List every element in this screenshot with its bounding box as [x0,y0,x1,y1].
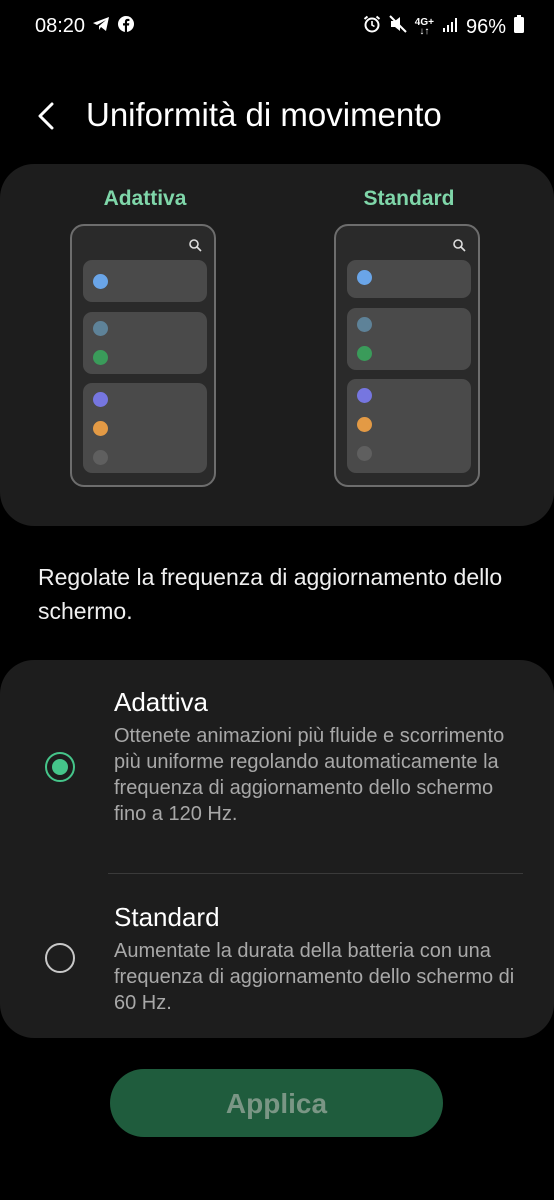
mock-dot [93,421,108,436]
preview-label-adaptive: Adattiva [103,187,187,210]
page-title: Uniformità di movimento [86,96,442,133]
mock-dot [357,346,372,361]
battery-percentage: 96% [465,15,506,38]
chevron-left-icon [38,102,54,130]
radio-standard[interactable] [45,943,75,973]
option-description: Ottenete animazioni più fluide e scorrim… [114,725,505,825]
preview-panel: Adattiva Standard [0,164,554,526]
preview-label-standard: Standard [363,187,455,210]
mock-card [347,379,471,473]
signal-icon [442,16,458,39]
telegram-icon [92,16,110,37]
network-type-label: 4G+ [414,17,434,28]
option-adaptive[interactable]: Adattiva Ottenete animazioni più fluide … [0,660,554,872]
mock-card [83,312,207,374]
status-time: 08:20 [35,15,86,37]
alarm-icon [363,15,381,39]
apply-button[interactable]: Applica [110,1069,443,1137]
phone-mockup-adaptive [70,224,216,487]
search-icon [189,239,202,252]
mock-dot [93,321,108,336]
mock-card [347,260,471,298]
mock-dot [93,274,108,289]
facebook-icon [118,16,134,37]
mock-dot [357,270,372,285]
mock-dot [93,350,108,365]
mock-card [83,383,207,473]
option-description: Aumentate la durata della batteria con u… [114,940,515,1014]
option-standard[interactable]: Standard Aumentate la durata della batte… [0,874,554,1038]
mock-dot [357,317,372,332]
option-title: Standard [114,902,220,932]
battery-icon [514,15,524,39]
mock-card [347,308,471,370]
mock-dot [357,446,372,461]
mock-dot [357,417,372,432]
phone-mockup-standard [334,224,480,487]
mute-icon [389,15,407,39]
option-title: Adattiva [114,687,208,717]
mock-dot [93,392,108,407]
radio-adaptive[interactable] [45,752,75,782]
settings-description: Regolate la frequenza di aggiornamento d… [38,564,503,624]
options-card: Adattiva Ottenete animazioni più fluide … [0,660,554,1038]
mock-dot [93,450,108,465]
mock-dot [357,388,372,403]
search-icon [453,239,466,252]
4g-plus-icon: 4G+ ↓↑ [414,17,434,37]
mock-card [83,260,207,302]
back-button[interactable] [30,96,66,136]
status-bar: 08:20 4G+ ↓↑ 96% [0,0,554,52]
